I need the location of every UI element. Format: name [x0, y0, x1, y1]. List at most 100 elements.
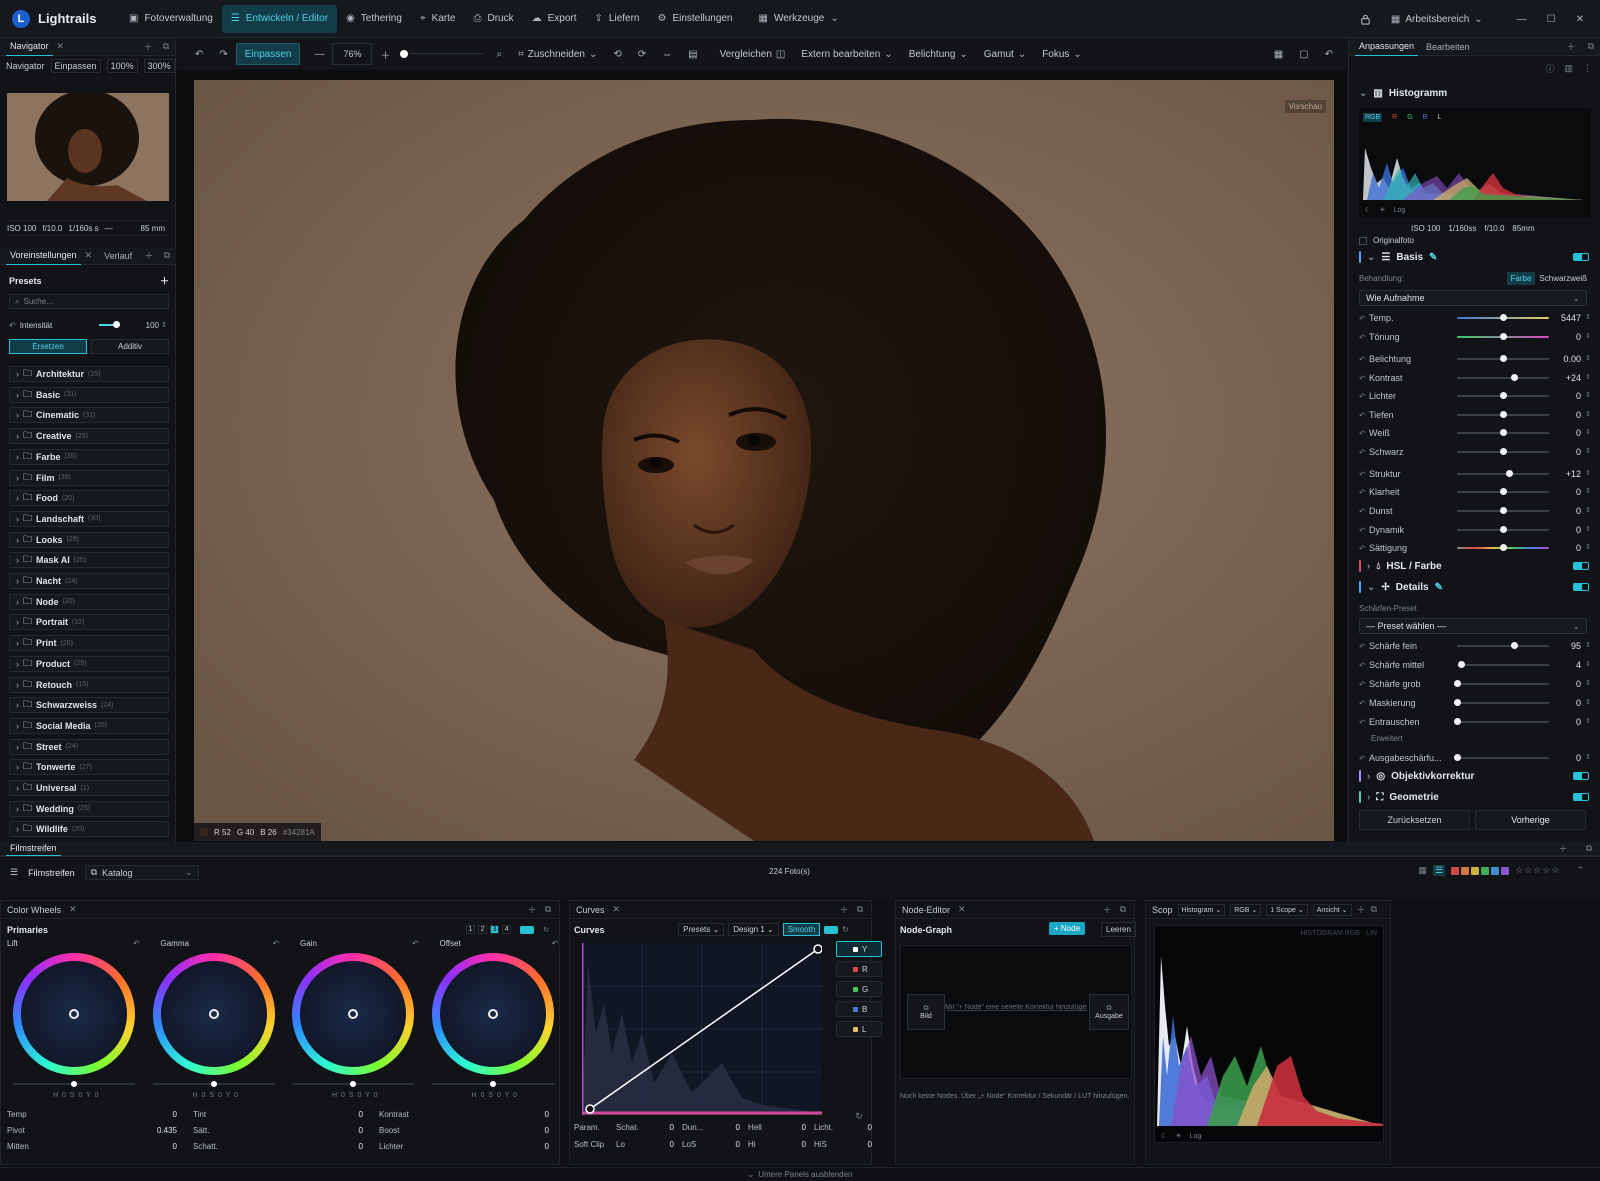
- slider-value[interactable]: 0: [1576, 487, 1581, 497]
- curves-design-dropdown[interactable]: Design 1 ⌄: [728, 923, 779, 936]
- slider-dunst[interactable]: ↶ Dunst 0 ⇕: [1359, 503, 1591, 519]
- slider-knob[interactable]: [1454, 699, 1461, 706]
- slider-knob[interactable]: [1457, 661, 1465, 668]
- slider-value[interactable]: 0: [1576, 698, 1581, 708]
- preset-folder[interactable]: › 🗀︎ Basic (31): [9, 386, 169, 403]
- tab-navigator[interactable]: Navigator: [6, 38, 53, 56]
- slider-struktur[interactable]: ↶ Struktur +12 ⇕: [1359, 466, 1591, 482]
- spinner-icon[interactable]: ⇕: [1585, 754, 1591, 761]
- preset-folder[interactable]: › 🗀︎ Farbe (35): [9, 448, 169, 465]
- slider-track[interactable]: [1454, 718, 1549, 725]
- tab-presets[interactable]: Voreinstellungen: [6, 247, 81, 265]
- slider-track[interactable]: [1457, 448, 1549, 455]
- popout-icon[interactable]: ⧉: [164, 250, 170, 261]
- reset-icon[interactable]: ↶: [1359, 314, 1369, 323]
- rotate-right-icon[interactable]: ⟳: [630, 43, 654, 65]
- details-toggle[interactable]: [1573, 583, 1589, 591]
- gamut-dropdown[interactable]: Gamut ⌄: [976, 43, 1034, 65]
- node-canvas[interactable]: ⧉ Bild Mit "+ Node" eine serielle Korrek…: [900, 945, 1132, 1079]
- reset-icon[interactable]: ↶: [1359, 411, 1369, 420]
- preset-folder[interactable]: › 🗀︎ Nacht (24): [9, 573, 169, 589]
- search-zoom-icon[interactable]: ⌕: [488, 43, 510, 65]
- tab-history[interactable]: Verlauf: [100, 247, 136, 265]
- pencil-icon[interactable]: ✎: [1435, 582, 1443, 593]
- scope-view-dropdown[interactable]: Ansicht ⌄: [1312, 903, 1352, 916]
- focus-dropdown[interactable]: Fokus ⌄: [1034, 43, 1090, 65]
- luma-knob[interactable]: [350, 1081, 356, 1087]
- add-icon[interactable]: ＋: [840, 903, 849, 916]
- spinner-icon[interactable]: ⇕: [1585, 699, 1591, 706]
- nav-druck[interactable]: ⎙ Druck: [464, 5, 522, 33]
- hist-channel-g[interactable]: G: [1407, 114, 1412, 121]
- slider-maskierung[interactable]: ↶ Maskierung 0 ⇕: [1359, 695, 1591, 711]
- spinner-icon[interactable]: ⇕: [1585, 448, 1591, 455]
- slider-knob[interactable]: [1454, 754, 1461, 761]
- color-label-swatch[interactable]: [1481, 866, 1490, 875]
- reset-icon[interactable]: ↶: [1359, 661, 1369, 670]
- slider-schärfe-fein[interactable]: ↶ Schärfe fein 95 ⇕: [1359, 638, 1591, 654]
- scope-type-dropdown[interactable]: Histogram ⌄: [1177, 903, 1226, 916]
- preset-search-input[interactable]: ⌕ Suche...: [9, 294, 169, 309]
- color-label-swatch[interactable]: [1451, 866, 1460, 875]
- spinner-icon[interactable]: ⇕: [1585, 429, 1591, 436]
- lens-toggle[interactable]: [1573, 772, 1589, 780]
- original-checkbox[interactable]: [1359, 236, 1367, 245]
- histogram-section-header[interactable]: ⌄ ▥ Histogramm: [1359, 84, 1591, 102]
- add-icon[interactable]: ＋: [145, 249, 154, 262]
- slider-track[interactable]: [1457, 374, 1549, 381]
- tab-node-editor[interactable]: Node-Editor: [902, 905, 950, 915]
- slider-dynamik[interactable]: ↶ Dynamik 0 ⇕: [1359, 522, 1591, 538]
- list-view-icon[interactable]: ☰: [1433, 865, 1446, 876]
- color-wheel-gamma[interactable]: [152, 953, 275, 1075]
- color-wheel-gain[interactable]: [292, 953, 414, 1075]
- tab-filmstrip[interactable]: Filmstreifen: [6, 842, 61, 856]
- slider-klarheit[interactable]: ↶ Klarheit 0 ⇕: [1359, 484, 1591, 500]
- portrait-photo[interactable]: Vorschau R 52 G 40 B 26 #34281A: [194, 80, 1334, 841]
- spinner-icon[interactable]: ⇕: [1585, 411, 1591, 418]
- sharpen-preset-dropdown[interactable]: — Preset wählen — ⌄: [1359, 618, 1587, 634]
- grid-view-icon[interactable]: ▦: [1266, 43, 1291, 65]
- add-icon[interactable]: ＋: [1559, 842, 1568, 855]
- curves-toggle[interactable]: [824, 925, 839, 934]
- wheel-center-handle[interactable]: [348, 1009, 358, 1019]
- intensity-value[interactable]: 100: [146, 321, 159, 330]
- spinner-icon[interactable]: ⇕: [1585, 680, 1591, 687]
- curve-param-value[interactable]: 0: [662, 1140, 674, 1149]
- luma-knob[interactable]: [71, 1081, 77, 1087]
- rotate-left-icon[interactable]: ⟲: [605, 43, 629, 65]
- profile-dropdown[interactable]: Wie Aufnahme ⌄: [1359, 290, 1587, 306]
- minimize-icon[interactable]: —: [1517, 14, 1527, 25]
- wheel-luma-slider[interactable]: [431, 1081, 554, 1087]
- spinner-icon[interactable]: ⇕: [1585, 470, 1591, 477]
- spinner-icon[interactable]: ⇕: [1585, 392, 1591, 399]
- crop-dropdown[interactable]: ⌗ Zuschneiden ⌄: [510, 43, 605, 65]
- curve-channel-r[interactable]: R: [836, 961, 882, 977]
- spinner-icon[interactable]: ⇕: [1585, 355, 1591, 362]
- spinner-icon[interactable]: ⇕: [1585, 488, 1591, 495]
- slider-knob[interactable]: [1500, 507, 1507, 514]
- slider-value[interactable]: +12: [1566, 469, 1581, 479]
- reset-curve-icon[interactable]: ↻: [836, 1111, 882, 1122]
- slider-track[interactable]: [1457, 355, 1549, 362]
- slider-schwarz[interactable]: ↶ Schwarz 0 ⇕: [1359, 444, 1591, 460]
- slider-knob[interactable]: [1500, 355, 1507, 362]
- wheel-luma-slider[interactable]: [292, 1081, 414, 1087]
- preset-folder[interactable]: › 🗀︎ Landschaft (30): [9, 510, 169, 527]
- slider-entrauschen[interactable]: ↶ Entrauschen 0 ⇕: [1359, 714, 1591, 730]
- navigator-thumbnail[interactable]: [7, 93, 169, 201]
- slider-knob[interactable]: [1500, 544, 1507, 551]
- reset-icon[interactable]: ↶: [9, 321, 16, 330]
- luma-knob[interactable]: [210, 1081, 217, 1087]
- slider-knob[interactable]: [1500, 411, 1507, 418]
- popout-icon[interactable]: ⧉: [857, 904, 863, 915]
- slider-track[interactable]: [1454, 699, 1549, 706]
- geometry-section-header[interactable]: › ⛶ Geometrie: [1359, 788, 1591, 806]
- curve-channel-y[interactable]: Y: [836, 941, 882, 957]
- redo-icon[interactable]: ↷: [211, 43, 235, 65]
- slider-tiefen[interactable]: ↶ Tiefen 0 ⇕: [1359, 407, 1591, 423]
- tab-color-wheels[interactable]: Color Wheels: [7, 905, 61, 915]
- slider-track[interactable]: [1457, 392, 1549, 399]
- curve-param-value[interactable]: 0: [860, 1140, 872, 1149]
- reset-icon[interactable]: ↶: [1359, 470, 1369, 479]
- smooth-button[interactable]: Smooth: [782, 923, 821, 936]
